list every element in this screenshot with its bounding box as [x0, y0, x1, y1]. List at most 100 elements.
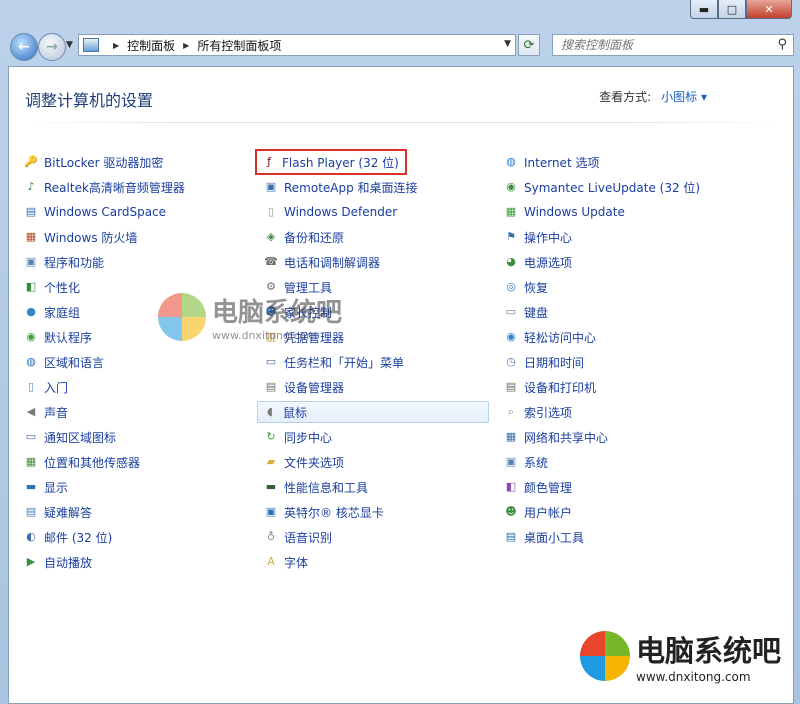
realtek-speaker-icon: ♪ [27, 180, 35, 193]
control-panel-item[interactable]: ◷ 日期和时间 [503, 351, 584, 373]
control-panel-item-label: 日期和时间 [524, 355, 585, 370]
personalize-icon: ◧ [25, 280, 37, 293]
address-bar[interactable]: ▶ 控制面板 ▶ 所有控制面板项 ▼ [78, 34, 516, 56]
minimize-button[interactable]: ▬ [690, 0, 718, 19]
control-panel-item[interactable]: ⚑ 操作中心 [503, 226, 572, 248]
view-by-label: 查看方式: [599, 90, 652, 104]
control-panel-item-label: Realtek高清晰音频管理器 [44, 180, 185, 195]
back-button[interactable]: ← [10, 33, 38, 61]
control-panel-item[interactable]: ▰ 文件夹选项 [263, 451, 344, 473]
control-panel-item[interactable]: ♁ 语音识别 [263, 526, 332, 548]
control-panel-item-label: 恢复 [524, 280, 549, 295]
control-panel-item-label: 同步中心 [284, 430, 333, 445]
control-panel-item[interactable]: ▤ Windows CardSpace [23, 201, 166, 223]
history-dropdown-icon[interactable]: ▼ [66, 40, 73, 50]
control-panel-item[interactable]: ♪ Realtek高清晰音频管理器 [23, 176, 185, 198]
breadcrumb-all-items[interactable]: 所有控制面板项 [197, 37, 281, 54]
control-panel-item[interactable]: ◉ 默认程序 [23, 326, 92, 348]
control-panel-item[interactable]: ◎ 恢复 [503, 276, 548, 298]
control-panel-item[interactable]: ☻ 用户帐户 [503, 501, 572, 523]
control-panel-item[interactable]: ▭ 键盘 [503, 301, 548, 323]
control-panel-item-label: 颜色管理 [524, 480, 573, 495]
control-panel-item[interactable]: ▭ 任务栏和「开始」菜单 [263, 351, 404, 373]
flash-player-icon: ƒ [267, 155, 271, 168]
control-panel-item[interactable]: ▦ Windows 防火墙 [23, 226, 138, 248]
control-panel-item-label: 设备管理器 [284, 380, 345, 395]
refresh-button[interactable]: ⟳ [518, 34, 540, 56]
control-panel-item[interactable]: ◀ 声音 [23, 401, 68, 423]
control-panel-item[interactable]: ▦ 网络和共享中心 [503, 426, 608, 448]
datetime-icon: ◷ [506, 355, 516, 368]
control-panel-item[interactable]: ◍ 区域和语言 [23, 351, 104, 373]
breadcrumb-control-panel[interactable]: 控制面板 [127, 37, 175, 54]
control-panel-item[interactable]: ⌕ 索引选项 [503, 401, 572, 423]
troubleshoot-icon: ▤ [25, 505, 37, 518]
control-panel-item[interactable]: ▤ 疑难解答 [23, 501, 92, 523]
view-by-dropdown[interactable]: 小图标 ▾ [661, 88, 707, 105]
watermark-corner: 电脑系统吧 www.dnxitong.com [580, 628, 781, 684]
control-panel-item-label: 声音 [44, 405, 69, 420]
intel-graphics-icon: ▣ [265, 505, 277, 518]
control-panel-item-label: 英特尔® 核芯显卡 [284, 505, 384, 520]
backup-icon: ◈ [266, 230, 276, 243]
close-button[interactable]: ✕ [746, 0, 792, 19]
forward-button[interactable]: → [38, 33, 66, 61]
control-panel-item[interactable]: ▯ Windows Defender [263, 201, 397, 223]
breadcrumb-chevron-icon[interactable]: ▶ [113, 41, 119, 50]
watermark-url: www.dnxitong.com [212, 329, 317, 342]
control-panel-item[interactable]: ▣ RemoteApp 和桌面连接 [263, 176, 418, 198]
search-box[interactable]: ⚲ [552, 34, 794, 56]
control-panel-item[interactable]: ▣ 程序和功能 [23, 251, 104, 273]
control-panel-item[interactable]: ▤ 设备和打印机 [503, 376, 596, 398]
control-panel-item[interactable]: 🔑 BitLocker 驱动器加密 [23, 151, 163, 173]
breadcrumb-chevron-icon[interactable]: ▶ [183, 41, 189, 50]
control-panel-item-label: 默认程序 [44, 330, 93, 345]
control-panel-item-label: RemoteApp 和桌面连接 [284, 180, 418, 195]
control-panel-item[interactable]: ▦ Windows Update [503, 201, 625, 223]
control-panel-item[interactable]: ◐ 邮件 (32 位) [23, 526, 112, 548]
location-sensor-icon: ▦ [25, 455, 37, 468]
control-panel-item[interactable]: A 字体 [263, 551, 308, 573]
control-panel-item[interactable]: ▬ 显示 [23, 476, 68, 498]
action-center-icon: ⚑ [506, 230, 516, 243]
control-panel-item[interactable]: ▶ 自动播放 [23, 551, 92, 573]
search-input[interactable] [559, 37, 773, 53]
control-panel-item[interactable]: ☎ 电话和调制解调器 [263, 251, 380, 273]
mail-icon: ◐ [26, 530, 36, 543]
control-panel-item[interactable]: ◖ 鼠标 [257, 401, 489, 423]
watermark-title: 电脑系统吧 [636, 634, 782, 668]
search-icon[interactable]: ⚲ [777, 37, 787, 52]
control-panel-item[interactable]: ◉ 轻松访问中心 [503, 326, 596, 348]
control-panel-item[interactable]: ↻ 同步中心 [263, 426, 332, 448]
control-panel-item[interactable]: ◕ 电源选项 [503, 251, 572, 273]
control-panel-item-label: 疑难解答 [44, 505, 93, 520]
control-panel-item-label: 个性化 [44, 280, 81, 295]
control-panel-item[interactable]: ▣ 系统 [503, 451, 548, 473]
control-panel-item-label: 字体 [284, 555, 309, 570]
address-dropdown-icon[interactable]: ▼ [504, 39, 511, 49]
control-panel-item[interactable]: ▬ 性能信息和工具 [263, 476, 368, 498]
control-panel-item[interactable]: ▦ 位置和其他传感器 [23, 451, 140, 473]
homegroup-icon: ● [26, 305, 36, 318]
control-panel-item-label: 索引选项 [524, 405, 573, 420]
control-panel-item-label: 性能信息和工具 [284, 480, 369, 495]
default-programs-icon: ◉ [26, 330, 36, 343]
control-panel-item[interactable]: ◧ 个性化 [23, 276, 80, 298]
control-panel-item[interactable]: ◍ Internet 选项 [503, 151, 599, 173]
control-panel-item[interactable]: ◉ Symantec LiveUpdate (32 位) [503, 176, 700, 198]
maximize-button[interactable]: □ [718, 0, 746, 19]
control-panel-item[interactable]: ▭ 通知区域图标 [23, 426, 116, 448]
control-panel-item[interactable]: ▯ 入门 [23, 376, 68, 398]
control-panel-item[interactable]: ● 家庭组 [23, 301, 80, 323]
control-panel-item-label: 显示 [44, 480, 69, 495]
control-panel-item[interactable]: ◧ 颜色管理 [503, 476, 572, 498]
control-panel-item[interactable]: ◈ 备份和还原 [263, 226, 344, 248]
control-panel-item[interactable]: ▤ 桌面小工具 [503, 526, 584, 548]
programs-icon: ▣ [25, 255, 37, 268]
taskbar-icon: ▭ [265, 355, 277, 368]
control-panel-item[interactable]: ƒ Flash Player (32 位) [255, 149, 407, 175]
control-panel-item[interactable]: ▣ 英特尔® 核芯显卡 [263, 501, 384, 523]
color-management-icon: ◧ [505, 480, 517, 493]
control-panel-item[interactable]: ▤ 设备管理器 [263, 376, 344, 398]
speech-icon: ♁ [266, 530, 276, 543]
